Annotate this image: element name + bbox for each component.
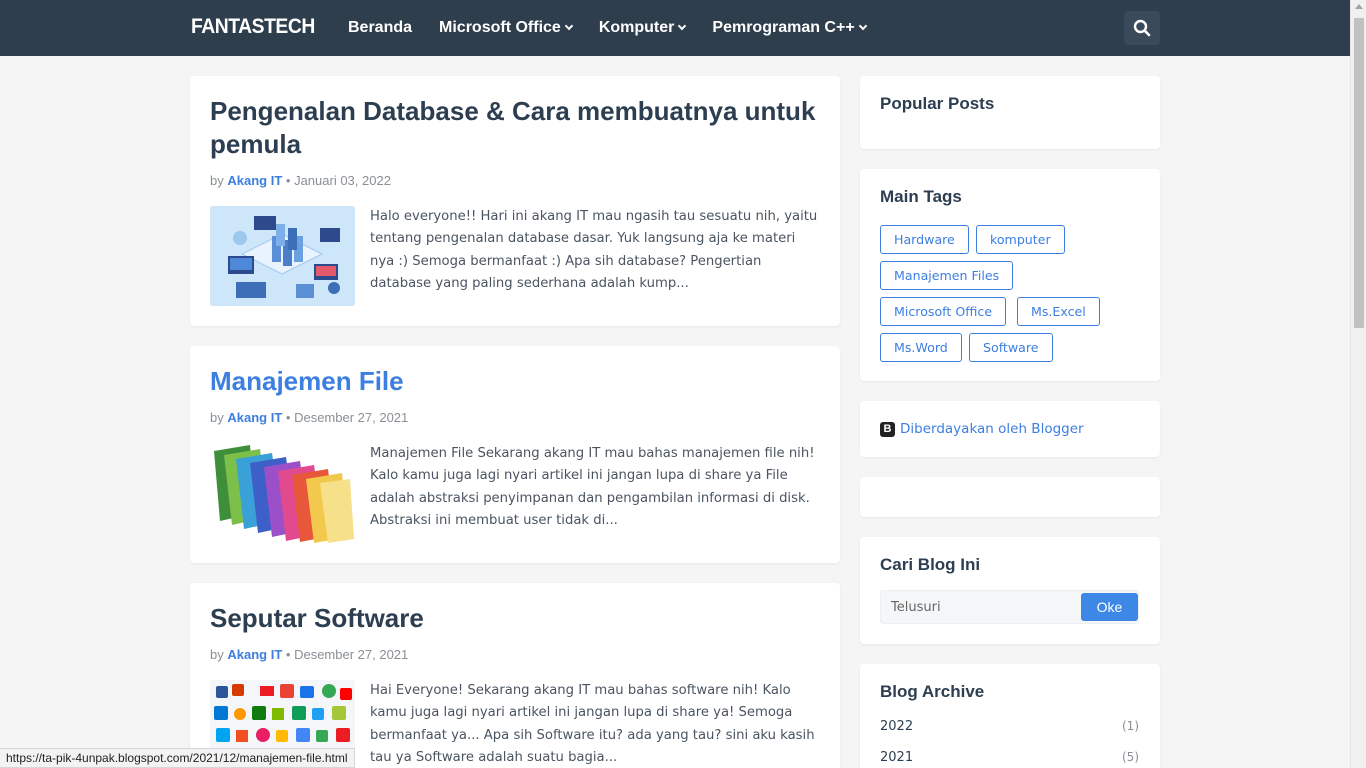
widget-title: Popular Posts <box>880 94 995 113</box>
nav-item-beranda[interactable]: Beranda <box>348 19 412 37</box>
folders-illustration <box>210 443 355 543</box>
blog-archive-widget: Blog Archive 2022 (1) 2021 (5) <box>860 664 1160 768</box>
scroll-thumb[interactable] <box>1354 18 1364 328</box>
search-submit-button[interactable]: Oke <box>1081 593 1138 621</box>
meta-by: by <box>210 410 224 425</box>
nav-label: Beranda <box>348 19 413 36</box>
meta-by: by <box>210 173 224 188</box>
nav-item-pemrograman-cpp[interactable]: Pemrograman C++ <box>712 19 867 37</box>
search-icon <box>1133 19 1151 37</box>
widget-title: Blog Archive <box>880 682 985 701</box>
nav-label: Komputer <box>598 19 675 36</box>
post-title[interactable]: Seputar Software <box>210 602 820 635</box>
meta-separator: • <box>285 173 291 188</box>
post-date: Desember 27, 2021 <box>294 410 409 425</box>
main-tags-widget: Main Tags Hardware komputer Manajemen Fi… <box>860 169 1160 381</box>
post-card: Seputar Software by Akang IT • Desember … <box>190 583 840 768</box>
post-title[interactable]: Pengenalan Database & Cara membuatnya un… <box>210 95 820 161</box>
post-date: Januari 03, 2022 <box>294 173 391 188</box>
post-author[interactable]: Akang IT <box>227 647 282 662</box>
blogger-icon: B <box>880 421 895 437</box>
link-status-bar: https://ta-pik-4unpak.blogspot.com/2021/… <box>0 748 355 768</box>
popular-posts-widget: Popular Posts <box>860 76 1160 149</box>
post-date: Desember 27, 2021 <box>294 647 409 662</box>
post-excerpt: Halo everyone!! Hari ini akang IT mau ng… <box>370 209 818 291</box>
tag-komputer[interactable]: komputer <box>976 225 1065 254</box>
nav-label: Pemrograman C++ <box>712 19 855 36</box>
archive-count: (5) <box>1122 750 1139 764</box>
post-excerpt: Hai Everyone! Sekarang akang IT mau baha… <box>370 683 815 765</box>
nav-item-microsoft-office[interactable]: Microsoft Office <box>439 19 574 37</box>
post-meta: by Akang IT • Januari 03, 2022 <box>210 173 391 188</box>
archive-item[interactable]: 2022 (1) <box>880 719 1139 734</box>
widget-title: Cari Blog Ini <box>880 555 981 574</box>
post-author[interactable]: Akang IT <box>227 173 282 188</box>
chevron-down-icon <box>678 21 687 31</box>
powered-by-blogger-link[interactable]: B Diberdayakan oleh Blogger <box>880 421 1084 437</box>
tag-software[interactable]: Software <box>969 333 1053 362</box>
site-logo[interactable]: FANTASTECH <box>191 15 315 39</box>
post-meta: by Akang IT • Desember 27, 2021 <box>210 647 408 662</box>
nav-item-komputer[interactable]: Komputer <box>598 19 687 37</box>
search-blog-widget: Cari Blog Ini Oke <box>860 537 1160 644</box>
blog-search-form: Oke <box>880 590 1139 624</box>
meta-by: by <box>210 647 224 662</box>
post-thumbnail[interactable] <box>210 443 355 543</box>
meta-separator: • <box>285 647 291 662</box>
page-scrollbar[interactable] <box>1350 0 1366 768</box>
database-illustration <box>210 206 355 306</box>
tag-microsoft-office[interactable]: Microsoft Office <box>880 297 1007 326</box>
empty-widget <box>860 477 1160 517</box>
blog-search-input[interactable] <box>881 591 1079 623</box>
chevron-down-icon <box>858 21 867 31</box>
widget-title: Main Tags <box>880 187 962 206</box>
post-card: Pengenalan Database & Cara membuatnya un… <box>190 76 840 326</box>
nav-label: Microsoft Office <box>439 19 561 36</box>
post-title[interactable]: Manajemen File <box>210 365 820 398</box>
top-navbar: FANTASTECH Beranda Microsoft Office Komp… <box>0 0 1350 56</box>
tag-manajemen-files[interactable]: Manajemen Files <box>880 261 1014 290</box>
tag-ms-word[interactable]: Ms.Word <box>880 333 962 362</box>
powered-by-widget: B Diberdayakan oleh Blogger <box>860 401 1160 457</box>
archive-year[interactable]: 2022 <box>880 719 913 734</box>
search-button[interactable] <box>1124 11 1160 45</box>
post-card: Manajemen File by Akang IT • Desember 27… <box>190 346 840 563</box>
meta-separator: • <box>285 410 291 425</box>
tag-ms-excel[interactable]: Ms.Excel <box>1017 297 1100 326</box>
tag-hardware[interactable]: Hardware <box>880 225 969 254</box>
post-thumbnail[interactable] <box>210 206 355 306</box>
scroll-up-arrow-icon[interactable] <box>1355 4 1363 9</box>
post-meta: by Akang IT • Desember 27, 2021 <box>210 410 408 425</box>
powered-by-text: Diberdayakan oleh Blogger <box>900 421 1084 437</box>
archive-year[interactable]: 2021 <box>880 750 913 765</box>
archive-item[interactable]: 2021 (5) <box>880 750 1139 765</box>
post-excerpt: Manajemen File Sekarang akang IT mau bah… <box>370 446 815 528</box>
archive-count: (1) <box>1122 719 1139 733</box>
post-author[interactable]: Akang IT <box>227 410 282 425</box>
main-nav: Beranda Microsoft Office Komputer Pemrog… <box>348 0 893 56</box>
chevron-down-icon <box>564 21 574 31</box>
